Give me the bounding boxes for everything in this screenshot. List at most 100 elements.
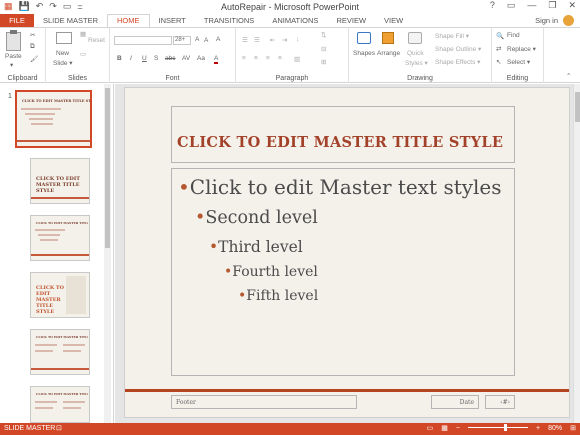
sign-in-link[interactable]: Sign in [535,14,558,28]
tab-file[interactable]: FILE [0,14,34,28]
help-icon[interactable]: ? [490,0,495,11]
zoom-slider-thumb[interactable] [504,423,508,431]
arrange-icon[interactable] [382,32,394,44]
group-label-slides: Slides [67,75,88,82]
shape-outline-button[interactable]: Shape Outline ▾ [435,45,481,53]
format-painter-icon[interactable]: 🖌 [30,55,38,63]
zoom-in-icon[interactable]: + [536,423,540,435]
text-level-1[interactable]: •Click to edit Master text styles [178,175,502,199]
align-text-icon[interactable]: ⊟ [321,45,326,53]
quick-styles-button[interactable]: Quick [407,50,424,57]
font-size-box[interactable]: 28+ [173,36,191,45]
zoom-out-icon[interactable]: − [456,423,460,435]
cut-icon[interactable]: ✂ [30,31,35,39]
tab-insert[interactable]: INSERT [150,14,195,28]
editor-scrollbar-thumb[interactable] [575,92,580,122]
collapse-ribbon-icon[interactable]: ⌃ [566,72,571,80]
replace-button[interactable]: Replace ▾ [507,45,536,53]
slide-sorter-icon[interactable]: ▦ [441,423,448,435]
normal-view-icon[interactable]: ▭ [427,423,434,435]
paste-button-label[interactable]: Paste [5,53,22,60]
shapes-button[interactable]: Shapes [353,50,375,57]
shapes-icon[interactable] [357,32,371,44]
thumbnail-layout-5[interactable]: CLICK TO EDIT MASTER TITLE STYLE [30,386,90,423]
justify-icon[interactable]: ≡ [278,55,282,62]
font-name-box[interactable] [114,36,172,45]
align-right-icon[interactable]: ≡ [266,55,270,62]
tab-animations[interactable]: ANIMATIONS [263,14,327,28]
thumbnail-title: CLICK TO EDIT MASTER TITLE STYLE [36,176,80,194]
footer-placeholder[interactable]: Footer [171,395,357,409]
line-spacing-icon[interactable]: ↕ [296,36,299,43]
bullets-icon[interactable]: ☰ [242,36,248,44]
language-icon[interactable]: ⊡ [56,423,62,435]
close-icon[interactable]: ✕ [568,0,576,11]
clear-formatting-icon[interactable]: A [216,36,220,43]
reset-button[interactable]: Reset [88,37,105,44]
columns-icon[interactable]: ▥ [294,55,300,63]
thumbnail-layout-2[interactable]: CLICK TO EDIT MASTER TITLE STYLE [30,215,90,261]
slide-number-placeholder[interactable]: ‹#› [485,395,515,409]
title-placeholder[interactable]: CLICK TO EDIT MASTER TITLE STYLE [171,106,515,163]
zoom-level[interactable]: 80% [548,423,562,435]
thumbnail-layout-1[interactable]: CLICK TO EDIT MASTER TITLE STYLE [30,158,90,204]
shrink-font-icon[interactable]: A [204,37,208,44]
text-level-5[interactable]: •Fifth level [238,288,318,304]
new-slide-label[interactable]: New [56,50,69,57]
date-placeholder[interactable]: Date [431,395,479,409]
find-button[interactable]: Find [507,32,520,39]
font-color-button[interactable]: A [214,55,219,64]
align-center-icon[interactable]: ≡ [254,55,258,62]
restore-icon[interactable]: ❐ [548,0,556,11]
new-slide-dropdown[interactable]: Slide ▾ [53,59,73,67]
arrange-button[interactable]: Arrange [377,50,400,57]
align-left-icon[interactable]: ≡ [242,55,246,62]
text-level-3[interactable]: •Third level [209,238,303,256]
minimize-icon[interactable]: — [527,0,536,11]
shape-fill-button[interactable]: Shape Fill ▾ [435,32,469,40]
strikethrough-button[interactable]: abc [165,55,175,62]
body-placeholder[interactable]: •Click to edit Master text styles •Secon… [171,168,515,376]
thumbnail-master[interactable]: CLICK TO EDIT MASTER TITLE STYLE [15,90,92,148]
tab-slide-master[interactable]: SLIDE MASTER [34,14,107,28]
tab-review[interactable]: REVIEW [327,14,375,28]
section-icon[interactable]: ▭ [80,50,86,58]
ribbon-display-icon[interactable]: ▭ [507,0,516,11]
zoom-slider[interactable] [468,423,529,431]
char-spacing-button[interactable]: AV [182,55,190,62]
copy-icon[interactable]: ⧉ [30,43,35,51]
slide-title[interactable]: CLICK TO EDIT MASTER TITLE STYLE [177,134,517,151]
grow-font-icon[interactable]: A [195,36,199,43]
italic-button[interactable]: I [130,55,132,62]
text-direction-icon[interactable]: ⇅ [321,31,326,39]
bold-button[interactable]: B [117,55,122,62]
text-level-4[interactable]: •Fourth level [224,264,318,280]
new-slide-icon[interactable] [56,32,72,44]
smartart-icon[interactable]: ⊞ [321,58,326,66]
select-button[interactable]: Select ▾ [507,58,530,66]
numbering-icon[interactable]: ☰ [254,36,260,44]
quick-styles-icon[interactable] [408,32,422,44]
thumbnails-scrollbar-thumb[interactable] [105,88,110,248]
tab-transitions[interactable]: TRANSITIONS [195,14,263,28]
decrease-indent-icon[interactable]: ⇤ [270,36,275,44]
thumbnails-scrollbar[interactable] [104,84,111,423]
quick-styles-dropdown[interactable]: Styles ▾ [405,59,428,67]
tab-view[interactable]: VIEW [375,14,412,28]
text-level-2[interactable]: •Second level [195,208,318,228]
shadow-button[interactable]: S [154,55,158,62]
paste-icon[interactable] [6,30,21,51]
thumbnail-layout-3[interactable]: CLICK TO EDIT MASTER TITLE STYLE [30,272,90,318]
tab-home[interactable]: HOME [107,14,150,28]
increase-indent-icon[interactable]: ⇥ [282,36,287,44]
feedback-smiley-icon[interactable] [563,15,574,26]
fit-slide-icon[interactable]: ⊞ [570,423,576,435]
shape-effects-button[interactable]: Shape Effects ▾ [435,58,480,66]
layout-icon[interactable]: ▦ [80,30,86,38]
thumbnail-layout-4[interactable]: CLICK TO EDIT MASTER TITLE STYLE [30,329,90,375]
change-case-button[interactable]: Aa [197,55,205,62]
paste-dropdown-icon[interactable]: ▾ [10,61,13,69]
editor-scrollbar[interactable] [573,84,580,423]
underline-button[interactable]: U [142,55,147,62]
group-drawing: Shapes Arrange Quick Styles ▾ Shape Fill… [349,28,492,83]
